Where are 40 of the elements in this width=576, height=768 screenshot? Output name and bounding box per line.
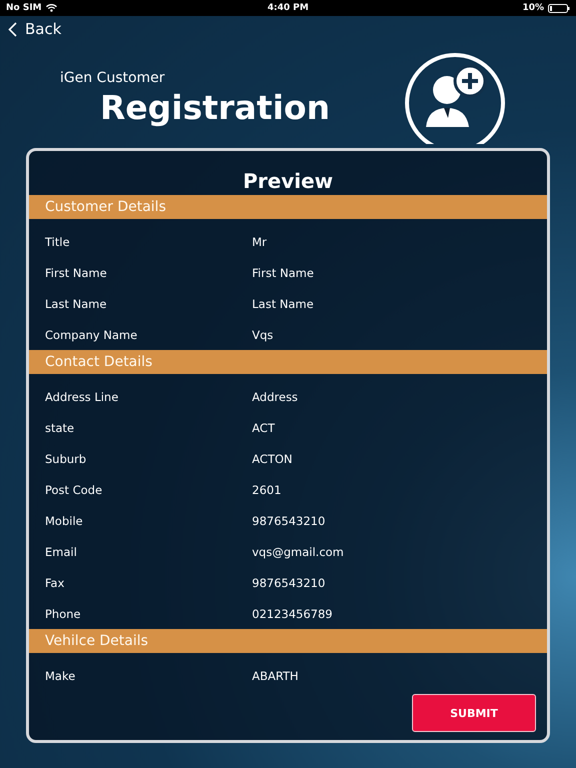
field-label: Company Name [45, 328, 138, 342]
page-title: Registration [100, 88, 330, 127]
field-value: vqs@gmail.com [252, 544, 344, 558]
field-value: 9876543210 [252, 514, 326, 528]
field-label: state [45, 420, 76, 434]
section-header: Vehilce Details [29, 629, 547, 653]
field-value: 02123456789 [252, 606, 332, 620]
field-value: 9876543210 [252, 576, 326, 590]
field-label: Make [45, 668, 76, 682]
battery-percent: 10% [522, 3, 544, 13]
field-label: Last Name [45, 296, 108, 310]
field-value: ACT [252, 420, 275, 434]
section-header: Contact Details [29, 350, 547, 374]
status-time: 4:40 PM [267, 3, 309, 13]
back-button[interactable]: Back [8, 20, 62, 38]
battery-icon [548, 4, 570, 12]
submit-button[interactable]: SUBMIT [412, 694, 536, 732]
section-header: Customer Details [29, 195, 547, 219]
header-subtitle: iGen Customer [60, 70, 166, 86]
field-value: Address [252, 390, 298, 404]
field-value: ACTON [252, 452, 292, 466]
field-value: Last Name [252, 296, 314, 310]
field-label: Title [45, 234, 71, 248]
field-label: Email [45, 544, 78, 558]
field-label: Suburb [45, 452, 88, 466]
field-value: 2601 [252, 482, 282, 496]
field-value: ABARTH [252, 668, 298, 682]
carrier-label: No SIM [6, 3, 42, 13]
field-label: Post Code [45, 482, 104, 496]
wifi-icon [46, 4, 57, 12]
field-value: Vqs [252, 328, 274, 342]
field-label: Phone [45, 606, 82, 620]
field-value: Mr [252, 234, 267, 248]
field-value: First Name [252, 266, 314, 280]
chevron-left-icon [8, 22, 17, 36]
field-label: Fax [45, 576, 66, 590]
field-label: Mobile [45, 514, 84, 528]
card-title: Preview [242, 169, 334, 193]
field-label: Address Line [45, 390, 120, 404]
field-label: First Name [45, 266, 108, 280]
